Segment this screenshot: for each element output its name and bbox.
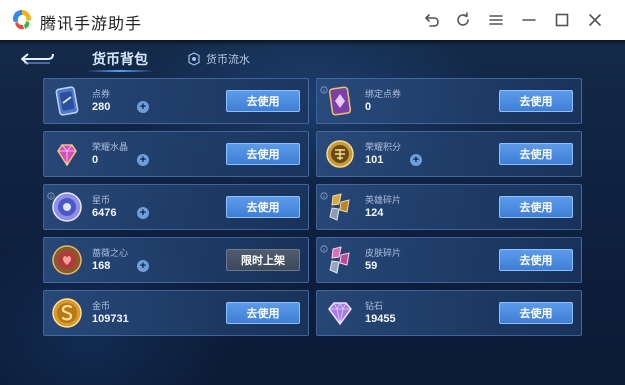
- hero-fragment-icon: [323, 190, 357, 224]
- add-rose-heart-button[interactable]: +: [137, 260, 149, 272]
- coupon-icon: [50, 84, 84, 118]
- tab-underline: [86, 70, 154, 72]
- currency-value: 168: [92, 260, 111, 272]
- use-crystal-button[interactable]: 去使用: [226, 143, 300, 165]
- use-diamond-button[interactable]: 去使用: [499, 302, 573, 324]
- currency-card-crystal: 荣耀水晶 0 + 去使用: [43, 131, 309, 177]
- currency-value: 0: [365, 101, 372, 113]
- currency-value: 19455: [365, 313, 396, 325]
- use-skin-fragment-button[interactable]: 去使用: [499, 249, 573, 271]
- currency-card-rose-heart: 蔷薇之心 168 + 限时上架: [43, 237, 309, 283]
- use-hero-fragment-button[interactable]: 去使用: [499, 196, 573, 218]
- tab-currency-flow-label: 货币流水: [206, 54, 250, 66]
- back-arrow-icon[interactable]: [18, 50, 58, 68]
- currency-card-bound-coupon: 绑定点券 0 去使用: [316, 78, 582, 124]
- currency-name: 荣耀水晶: [92, 142, 129, 152]
- currency-name: 皮肤碎片: [365, 248, 402, 258]
- use-star-coin-button[interactable]: 去使用: [226, 196, 300, 218]
- limited-time-button: 限时上架: [226, 249, 300, 271]
- currency-name: 绑定点券: [365, 89, 402, 99]
- tab-currency-flow[interactable]: 货币流水: [188, 50, 250, 68]
- minimize-icon[interactable]: [519, 10, 539, 30]
- currency-name: 钻石: [365, 301, 384, 311]
- add-star-coin-button[interactable]: +: [137, 207, 149, 219]
- currency-value: 6476: [92, 207, 117, 219]
- points-icon: [323, 137, 357, 171]
- currency-name: 蔷薇之心: [92, 248, 129, 258]
- use-gold-coin-button[interactable]: 去使用: [226, 302, 300, 324]
- currency-card-star-coin: 星币 6476 + 去使用: [43, 184, 309, 230]
- currency-card-coupon: 点券 280 + 去使用: [43, 78, 309, 124]
- add-points-button[interactable]: +: [410, 154, 422, 166]
- maximize-icon[interactable]: [552, 10, 572, 30]
- app-title: 腾讯手游助手: [40, 16, 143, 33]
- currency-value: 280: [92, 101, 111, 113]
- back-icon[interactable]: [422, 10, 442, 30]
- currency-card-gold-coin: 金币 109731 去使用: [43, 290, 309, 336]
- currency-name: 星币: [92, 195, 111, 205]
- use-bound-coupon-button[interactable]: 去使用: [499, 90, 573, 112]
- currency-value: 109731: [92, 313, 129, 325]
- bound-coupon-icon: [323, 84, 357, 118]
- use-points-button[interactable]: 去使用: [499, 143, 573, 165]
- menu-icon[interactable]: [486, 10, 506, 30]
- star-coin-icon: [50, 190, 84, 224]
- refresh-icon[interactable]: [453, 10, 473, 30]
- crystal-icon: [50, 137, 84, 171]
- tab-currency-backpack-label: 货币背包: [92, 51, 148, 67]
- diamond-icon: [323, 296, 357, 330]
- title-bar: 腾讯手游助手: [0, 0, 625, 40]
- currency-value: 0: [92, 154, 99, 166]
- currency-name: 荣耀积分: [365, 142, 402, 152]
- skin-fragment-icon: [323, 243, 357, 277]
- gold-coin-icon: [50, 296, 84, 330]
- add-crystal-button[interactable]: +: [137, 154, 149, 166]
- currency-card-points: 荣耀积分 101 + 去使用: [316, 131, 582, 177]
- add-coupon-button[interactable]: +: [137, 101, 149, 113]
- currency-card-skin-fragment: 皮肤碎片 59 去使用: [316, 237, 582, 283]
- currency-name: 金币: [92, 301, 111, 311]
- currency-card-hero-fragment: 英雄碎片 124 去使用: [316, 184, 582, 230]
- app-logo-icon: [10, 8, 34, 32]
- currency-value: 59: [365, 260, 378, 272]
- currency-name: 点券: [92, 89, 111, 99]
- close-icon[interactable]: [585, 10, 605, 30]
- use-coupon-button[interactable]: 去使用: [226, 90, 300, 112]
- flow-icon: [188, 52, 200, 66]
- currency-value: 101: [365, 154, 384, 166]
- rose-heart-icon: [50, 243, 84, 277]
- currency-name: 英雄碎片: [365, 195, 402, 205]
- currency-backpack-screen: 货币背包 货币流水 点券 280 + 去使用 绑定点券 0 去使用 荣耀水晶 0…: [0, 40, 625, 385]
- tab-currency-backpack[interactable]: 货币背包: [80, 48, 160, 72]
- currency-card-diamond: 钻石 19455 去使用: [316, 290, 582, 336]
- currency-value: 124: [365, 207, 384, 219]
